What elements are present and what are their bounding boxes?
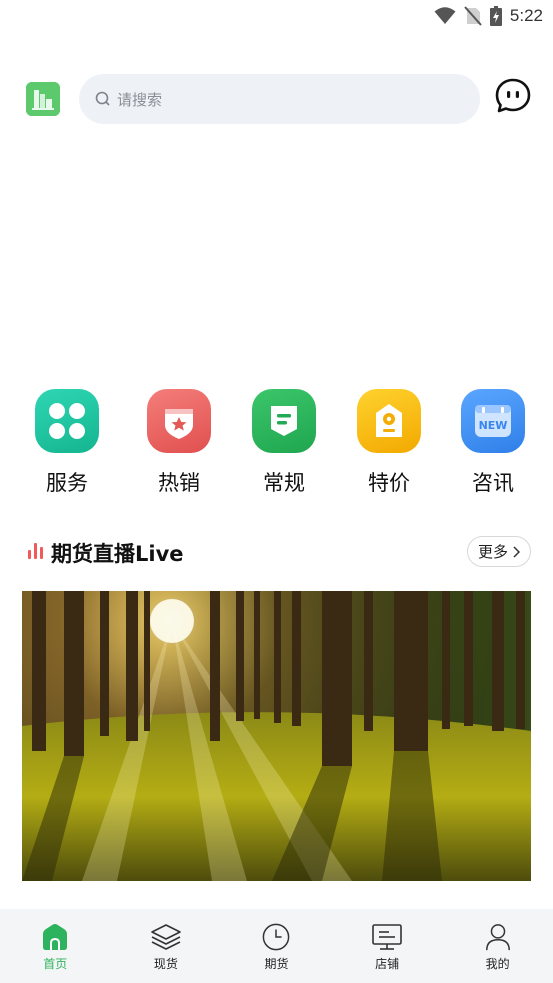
category-label: 特价 [368, 471, 410, 495]
tab-futures[interactable]: 期货 [221, 909, 332, 983]
category-label: 咨讯 [472, 471, 514, 495]
category-hot-sale[interactable]: 热销 [134, 389, 224, 497]
user-icon [485, 924, 510, 951]
layers-icon [151, 924, 181, 950]
live-stream-thumbnail[interactable] [22, 591, 531, 881]
chevron-right-icon [513, 545, 520, 558]
tab-label: 店铺 [375, 957, 400, 971]
category-regular[interactable]: 常规 [239, 389, 329, 497]
more-label: 更多 [477, 543, 508, 561]
clock-icon [263, 923, 290, 951]
tab-store[interactable]: 店铺 [332, 909, 443, 983]
more-button[interactable]: 更多 [466, 536, 531, 567]
tab-label: 首页 [43, 957, 68, 971]
new-calendar-icon: NEW [461, 389, 525, 453]
battery-icon [489, 6, 502, 26]
wifi-icon [434, 7, 456, 24]
tab-profile[interactable]: 我的 [442, 909, 553, 983]
clover-icon [35, 389, 99, 453]
message-icon[interactable] [494, 77, 532, 115]
bottom-tab-bar: 首页 现货 期货 店铺 我的 [0, 909, 553, 983]
search-input[interactable]: 请搜索 [79, 74, 480, 124]
new-badge-text: NEW [479, 419, 508, 432]
category-grid: 服务 热销 常规 特价 NEW 咨讯 [0, 389, 553, 504]
bookmark-list-icon [252, 389, 316, 453]
tab-label: 我的 [485, 957, 510, 971]
live-section-header: 期货直播Live 更多 [22, 534, 531, 570]
section-title: 期货直播Live [51, 542, 184, 566]
tab-label: 期货 [264, 957, 289, 971]
category-news[interactable]: NEW 咨讯 [448, 389, 538, 497]
status-bar: 5:22 [0, 0, 553, 32]
header: 请搜索 [0, 72, 553, 126]
home-icon [43, 924, 68, 950]
star-badge-icon [147, 389, 211, 453]
search-icon [95, 91, 110, 106]
tab-label: 现货 [153, 957, 178, 971]
tab-spot[interactable]: 现货 [111, 909, 222, 983]
category-special-price[interactable]: 特价 [344, 389, 434, 497]
tab-home[interactable]: 首页 [0, 909, 111, 983]
category-label: 常规 [263, 471, 305, 495]
search-placeholder: 请搜索 [117, 90, 163, 109]
status-time: 5:22 [509, 6, 543, 25]
no-sim-icon [464, 6, 482, 26]
banner-area[interactable] [22, 138, 531, 368]
category-service[interactable]: 服务 [22, 389, 112, 497]
store-board-icon [372, 924, 402, 950]
category-label: 热销 [158, 471, 200, 495]
price-tag-icon [357, 389, 421, 453]
app-logo[interactable] [26, 82, 60, 116]
category-label: 服务 [46, 471, 88, 495]
chart-bars-icon [28, 543, 43, 559]
